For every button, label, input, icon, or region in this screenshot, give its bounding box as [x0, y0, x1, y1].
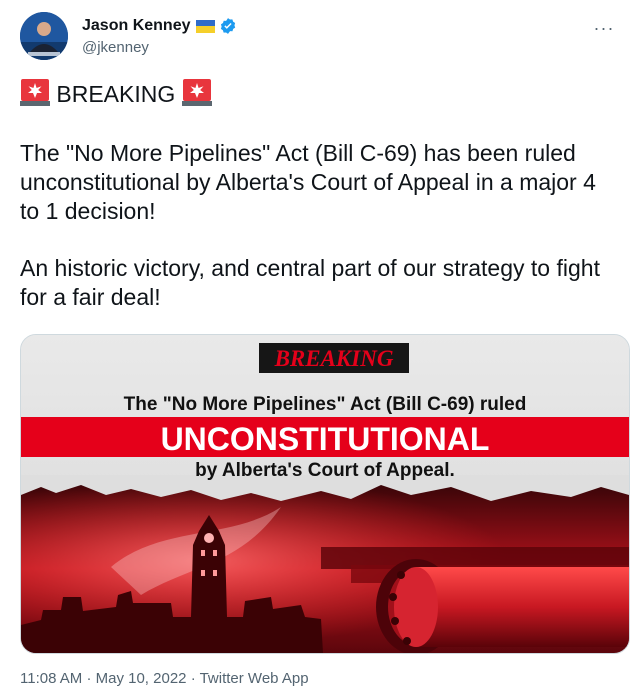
breaking-line: BREAKING	[20, 78, 620, 109]
breaking-label: BREAKING	[56, 81, 176, 107]
tweet-image[interactable]: BREAKING The "No More Pipelines" Act (Bi…	[20, 334, 630, 654]
tweet-meta: 11:08 AM · May 10, 2022 · Twitter Web Ap…	[20, 670, 309, 687]
meta-separator: ·	[86, 670, 92, 687]
verified-badge-icon	[221, 18, 236, 34]
breaking-graphic: BREAKING The "No More Pipelines" Act (Bi…	[21, 335, 629, 653]
ukraine-flag-icon	[196, 19, 216, 33]
media-headline: UNCONSTITUTIONAL	[161, 421, 490, 457]
tweet-time[interactable]: 11:08 AM	[20, 670, 82, 687]
avatar[interactable]	[20, 12, 68, 60]
rotating-light-icon	[20, 79, 50, 106]
tweet-header: Jason Kenney @jkenney ···	[20, 12, 624, 64]
more-options-icon[interactable]: ···	[590, 14, 618, 42]
tweet-paragraph-2: An historic victory, and central part of…	[20, 255, 600, 310]
tweet-paragraph-1: The "No More Pipelines" Act (Bill C-69) …	[20, 140, 596, 224]
meta-separator: ·	[190, 670, 196, 687]
media-banner: BREAKING	[274, 346, 394, 371]
display-name[interactable]: Jason Kenney	[82, 16, 190, 36]
media-line-1: The "No More Pipelines" Act (Bill C-69) …	[124, 394, 527, 415]
tweet-source[interactable]: Twitter Web App	[200, 670, 309, 687]
rotating-light-icon	[181, 79, 212, 106]
tweet-date[interactable]: May 10, 2022	[96, 670, 187, 687]
media-line-2: by Alberta's Court of Appeal.	[195, 460, 455, 481]
tweet-text: BREAKING The "No More Pipelines" Act (Bi…	[20, 78, 620, 312]
user-handle[interactable]: @jkenney	[82, 38, 237, 58]
